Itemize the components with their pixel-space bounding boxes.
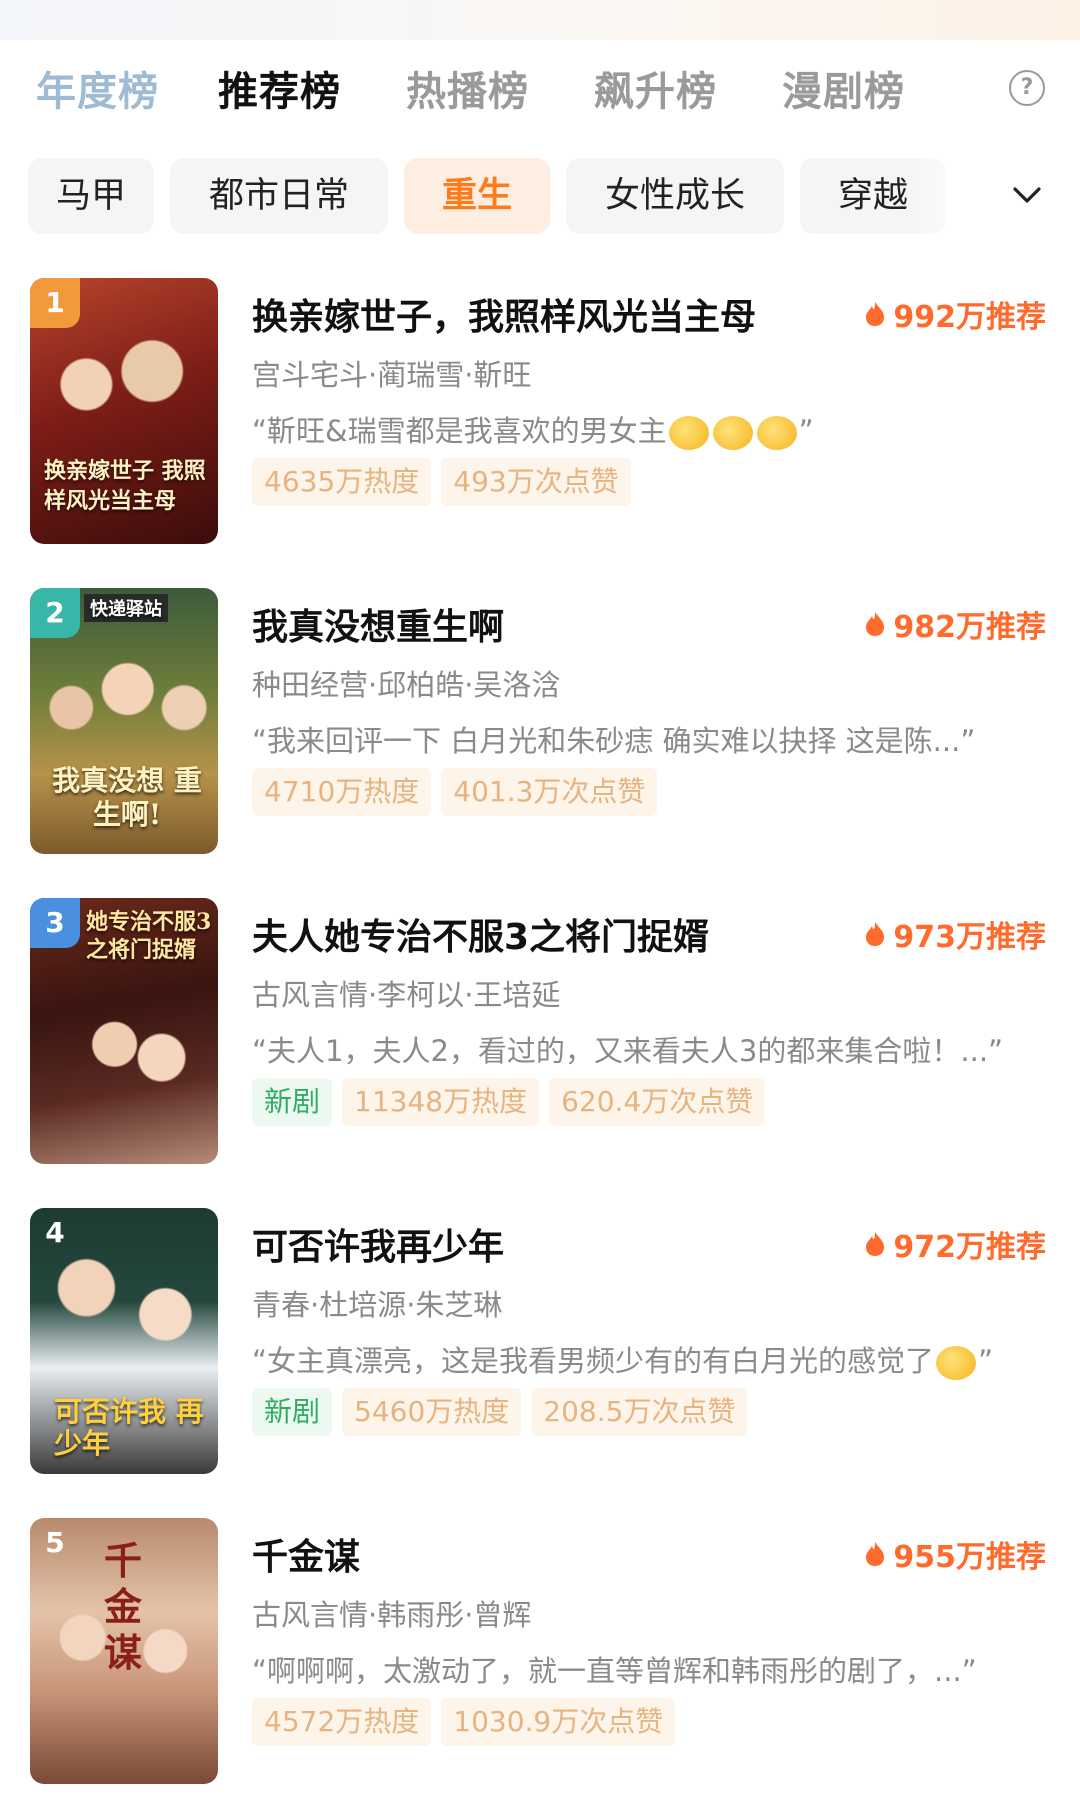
stat-tags: 新剧 5460万热度 208.5万次点赞 <box>252 1388 748 1438</box>
question-circle-icon[interactable]: ? <box>1009 70 1045 106</box>
poster-image[interactable]: 5 千金谋 <box>30 1518 218 1784</box>
clapping-hands-emoji <box>712 416 753 450</box>
rank-tabs: 年度榜 推荐榜 热播榜 飙升榜 漫剧榜 <box>0 52 1080 132</box>
clapping-hands-emoji <box>668 416 709 450</box>
genre-chip-urban[interactable]: 都市日常 <box>170 158 388 234</box>
comment-text: “靳旺&瑞雪都是我喜欢的男女主 <box>252 414 667 448</box>
heat-tag: 4710万热度 <box>252 768 432 816</box>
smirk-emoji <box>936 1346 977 1380</box>
recommend-label: 992万推荐 <box>893 300 1046 335</box>
genre-chip-female-growth[interactable]: 女性成长 <box>566 158 784 234</box>
recommend-count: 955万推荐 <box>865 1532 1046 1576</box>
chip-row-fade <box>905 150 975 242</box>
new-drama-tag: 新剧 <box>252 1078 333 1126</box>
flame-icon <box>866 612 885 636</box>
genre-chip-rebirth[interactable]: 重生 <box>404 158 550 234</box>
recommend-label: 955万推荐 <box>893 1540 1046 1575</box>
tab-comic-drama[interactable]: 漫剧榜 <box>782 62 905 122</box>
tab-rising[interactable]: 飙升榜 <box>594 62 717 122</box>
likes-tag: 620.4万次点赞 <box>549 1078 766 1126</box>
drama-title[interactable]: 我真没想重生啊 <box>252 598 504 650</box>
likes-tag: 401.3万次点赞 <box>441 768 658 816</box>
genre-cast: 青春·杜培源·朱芝琳 <box>252 1288 503 1322</box>
drama-title[interactable]: 换亲嫁世子，我照样风光当主母 <box>252 288 756 340</box>
drama-title[interactable]: 可否许我再少年 <box>252 1218 504 1270</box>
stat-tags: 4572万热度 1030.9万次点赞 <box>252 1698 676 1748</box>
poster-sign: 快递驿站 <box>84 594 168 622</box>
stat-tags: 新剧 11348万热度 620.4万次点赞 <box>252 1078 766 1128</box>
drama-title[interactable]: 夫人她专治不服3之将门捉婿 <box>252 908 709 960</box>
stat-tags: 4635万热度 493万次点赞 <box>252 458 631 508</box>
comment-quote: “女主真漂亮，这是我看男频少有的有白月光的感觉了 ” <box>252 1338 1048 1380</box>
flame-icon <box>866 302 885 326</box>
chevron-down-icon[interactable] <box>1010 178 1044 212</box>
poster-image[interactable]: 3 她专治不服3 之将门捉婿 <box>30 898 218 1164</box>
comment-quote: “啊啊啊，太激动了，就一直等曾辉和韩雨彤的剧了，...” <box>252 1654 977 1688</box>
flame-icon <box>866 1232 885 1256</box>
genre-cast: 古风言情·李柯以·王培延 <box>252 978 561 1012</box>
poster-title: 她专治不服3 之将门捉婿 <box>86 909 212 963</box>
likes-tag: 1030.9万次点赞 <box>441 1698 676 1746</box>
tab-annual[interactable]: 年度榜 <box>36 62 159 122</box>
list-item[interactable]: 3 她专治不服3 之将门捉婿 夫人她专治不服3之将门捉婿 973万推荐 古风言情… <box>0 898 1080 1168</box>
poster-image[interactable]: 4 可否许我 再少年 <box>30 1208 218 1474</box>
comment-text: “女主真漂亮，这是我看男频少有的有白月光的感觉了 <box>252 1344 935 1378</box>
rank-badge: 1 <box>30 278 80 328</box>
heat-tag: 4635万热度 <box>252 458 432 506</box>
recommend-label: 973万推荐 <box>893 920 1046 955</box>
drama-title[interactable]: 千金谋 <box>252 1528 360 1580</box>
recommend-count: 973万推荐 <box>865 912 1046 956</box>
genre-cast: 宫斗宅斗·蔺瑞雪·靳旺 <box>252 358 532 392</box>
genre-cast: 种田经营·邱柏皓·吴洛浛 <box>252 668 561 702</box>
recommend-label: 972万推荐 <box>893 1230 1046 1265</box>
heat-tag: 5460万热度 <box>342 1388 522 1436</box>
rank-badge: 3 <box>30 898 80 948</box>
recommend-count: 992万推荐 <box>865 292 1046 336</box>
genre-chip-majia[interactable]: 马甲 <box>28 158 154 234</box>
recommend-label: 982万推荐 <box>893 610 1046 645</box>
genre-cast: 古风言情·韩雨彤·曾辉 <box>252 1598 532 1632</box>
recommend-count: 982万推荐 <box>865 602 1046 646</box>
stat-tags: 4710万热度 401.3万次点赞 <box>252 768 658 818</box>
list-item[interactable]: 5 千金谋 千金谋 955万推荐 古风言情·韩雨彤·曾辉 “啊啊啊，太激动了，就… <box>0 1518 1080 1788</box>
likes-tag: 493万次点赞 <box>441 458 631 506</box>
poster-image[interactable]: 2 快递驿站 我真没想 重生啊! <box>30 588 218 854</box>
comment-quote: “靳旺&瑞雪都是我喜欢的男女主 ” <box>252 408 1048 450</box>
poster-image[interactable]: 1 换亲嫁世子 我照样风光当主母 <box>30 278 218 544</box>
comment-quote: “夫人1，夫人2，看过的，又来看夫人3的都来集合啦！...” <box>252 1034 1004 1068</box>
rank-badge: 4 <box>45 1216 65 1249</box>
tab-hot-play[interactable]: 热播榜 <box>406 62 529 122</box>
tab-recommend[interactable]: 推荐榜 <box>218 62 341 122</box>
poster-title: 换亲嫁世子 我照样风光当主母 <box>44 458 206 514</box>
heat-tag: 4572万热度 <box>252 1698 432 1746</box>
poster-title: 我真没想 重生啊! <box>52 764 202 831</box>
comment-end-quote: ” <box>798 414 814 448</box>
heat-tag: 11348万热度 <box>342 1078 540 1126</box>
flame-icon <box>866 1542 885 1566</box>
new-drama-tag: 新剧 <box>252 1388 333 1436</box>
rank-badge: 2 <box>30 588 80 638</box>
poster-title: 可否许我 再少年 <box>54 1395 204 1460</box>
list-item[interactable]: 2 快递驿站 我真没想 重生啊! 我真没想重生啊 982万推荐 种田经营·邱柏皓… <box>0 588 1080 858</box>
comment-quote: “我来回评一下 白月光和朱砂痣 确实难以抉择 这是陈...” <box>252 724 976 758</box>
recommend-count: 972万推荐 <box>865 1222 1046 1266</box>
list-item[interactable]: 4 可否许我 再少年 可否许我再少年 972万推荐 青春·杜培源·朱芝琳 “女主… <box>0 1208 1080 1478</box>
likes-tag: 208.5万次点赞 <box>531 1388 748 1436</box>
flame-icon <box>866 922 885 946</box>
list-item[interactable]: 1 换亲嫁世子 我照样风光当主母 换亲嫁世子，我照样风光当主母 992万推荐 宫… <box>0 278 1080 548</box>
top-gradient <box>0 0 1080 40</box>
clapping-hands-emoji <box>756 416 797 450</box>
poster-title: 千金谋 <box>104 1538 143 1675</box>
comment-end-quote: ” <box>978 1344 994 1378</box>
rank-badge: 5 <box>45 1526 65 1559</box>
